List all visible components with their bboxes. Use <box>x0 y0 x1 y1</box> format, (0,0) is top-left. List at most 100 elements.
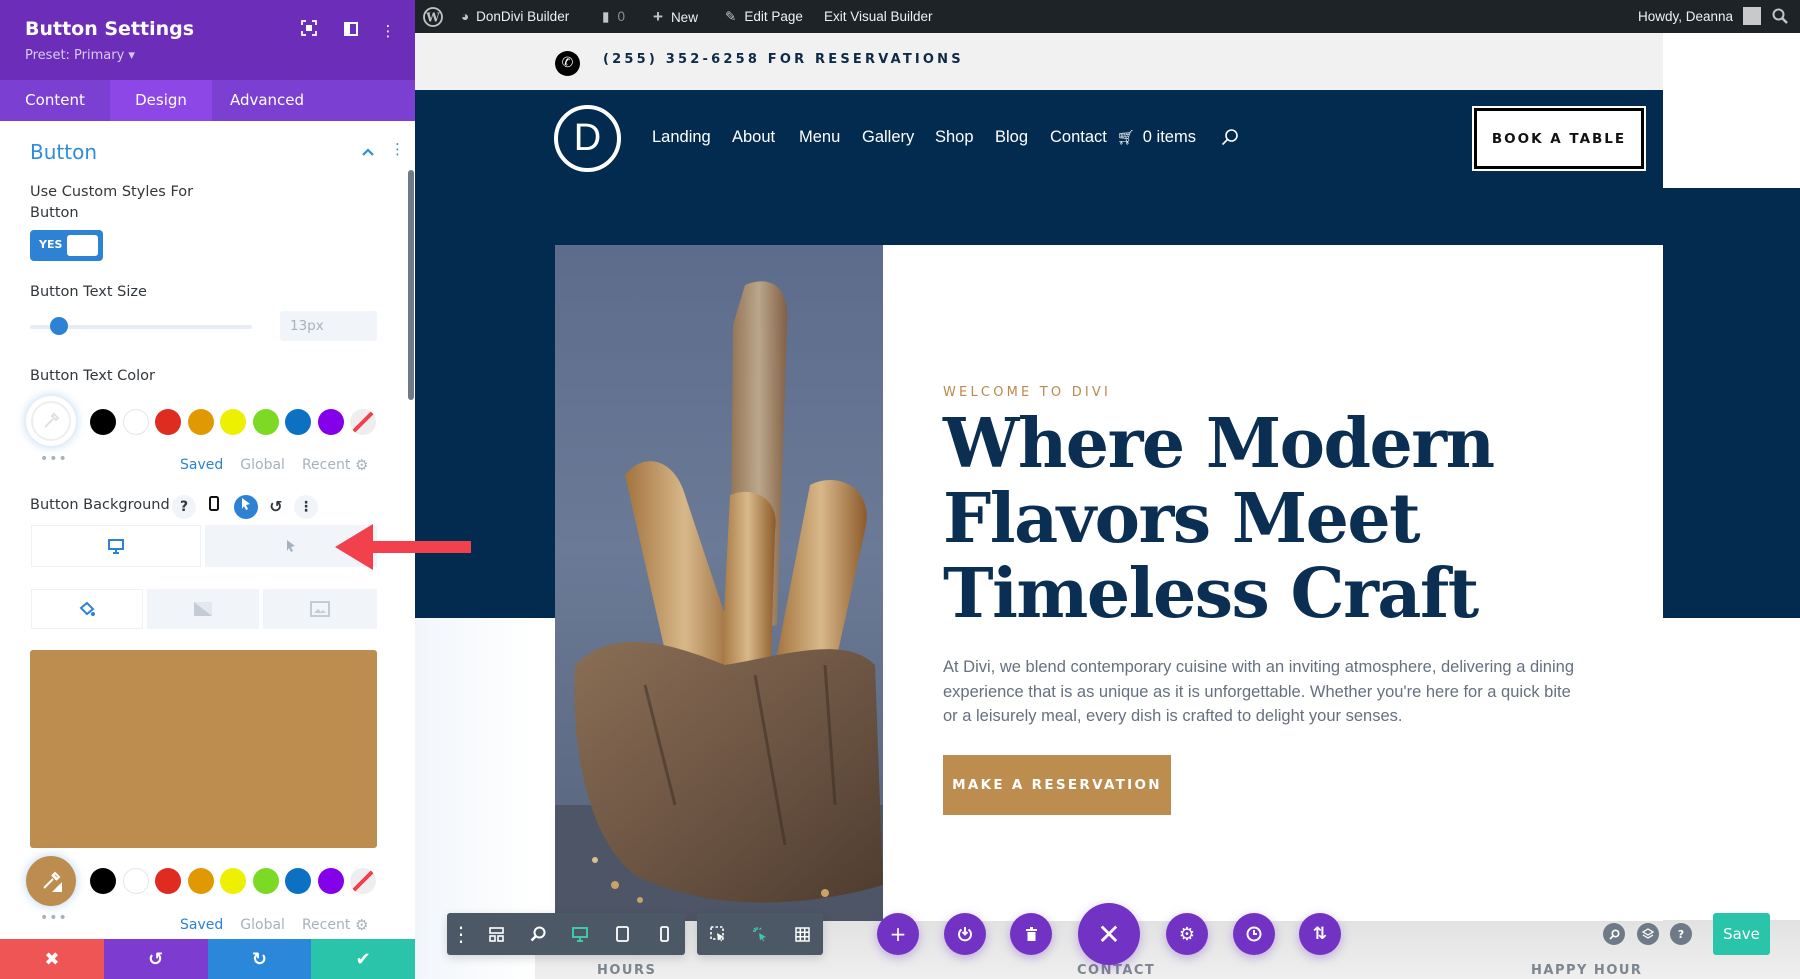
redo-button[interactable]: ↻ <box>207 939 312 979</box>
section-title[interactable]: Button <box>30 140 97 164</box>
help-icon[interactable]: ? <box>1670 923 1692 945</box>
site-name-link[interactable]: ◕ DonDivi Builder <box>461 0 569 33</box>
color-swatch[interactable] <box>317 409 344 435</box>
panel-scrollbar[interactable] <box>408 170 414 400</box>
zoom-icon[interactable] <box>517 913 559 955</box>
color-swatch[interactable] <box>155 868 181 894</box>
layers-icon[interactable] <box>1637 923 1659 945</box>
site-logo[interactable]: D <box>554 105 621 172</box>
grid-mode-icon[interactable] <box>781 913 823 955</box>
nav-link-about[interactable]: About <box>732 128 775 147</box>
palette-tab-recent[interactable]: Recent <box>302 917 350 933</box>
close-builder-button[interactable]: ✕ <box>1078 903 1140 965</box>
find-replace-icon[interactable] <box>1603 923 1625 945</box>
tab-content[interactable]: Content <box>0 80 110 121</box>
nav-search-icon[interactable] <box>1221 128 1239 151</box>
tablet-view-icon[interactable] <box>601 913 643 955</box>
palette-tab-global[interactable]: Global <box>240 917 285 933</box>
no-color-swatch[interactable] <box>350 409 376 435</box>
color-swatch[interactable] <box>187 409 214 435</box>
tab-advanced[interactable]: Advanced <box>212 80 322 121</box>
portability-button[interactable]: ⇅ <box>1299 913 1341 955</box>
color-swatch[interactable] <box>90 868 116 894</box>
undo-button[interactable]: ↺ <box>103 939 208 979</box>
color-swatch[interactable] <box>155 409 181 435</box>
background-options-icon[interactable]: ⋮ <box>294 495 318 519</box>
text-size-slider-handle[interactable] <box>49 317 68 335</box>
palette-tab-saved[interactable]: Saved <box>180 917 223 933</box>
comments-link[interactable]: ▮ 0 <box>602 0 625 33</box>
toolbar-menu-icon[interactable]: ⋮ <box>447 913 475 955</box>
color-swatch[interactable] <box>122 409 149 435</box>
nav-link-blog[interactable]: Blog <box>995 128 1028 147</box>
tab-design[interactable]: Design <box>110 80 212 121</box>
page-settings-button[interactable]: ⚙ <box>1166 913 1208 955</box>
palette-settings-gear-icon[interactable]: ⚙ <box>355 916 368 934</box>
nav-link-contact[interactable]: Contact <box>1050 128 1107 147</box>
color-swatch[interactable] <box>122 868 149 894</box>
select-mode-icon[interactable] <box>697 913 739 955</box>
responsive-phone-icon[interactable] <box>202 495 226 519</box>
desktop-state-tab[interactable] <box>31 525 201 567</box>
color-type-tab[interactable] <box>31 589 143 629</box>
phone-number[interactable]: (255) 352-6258 FOR RESERVATIONS <box>603 52 964 67</box>
split-view-icon[interactable] <box>340 20 362 42</box>
save-button[interactable]: Save <box>1713 913 1770 955</box>
phone-view-icon[interactable] <box>643 913 685 955</box>
wordpress-logo-icon[interactable]: W <box>423 0 443 33</box>
user-menu[interactable]: Howdy, Deanna <box>1638 0 1761 33</box>
add-module-button[interactable]: + <box>877 913 919 955</box>
hover-state-icon[interactable] <box>234 495 258 519</box>
history-button[interactable] <box>1233 913 1275 955</box>
click-mode-icon[interactable] <box>739 913 781 955</box>
color-swatch[interactable] <box>252 868 279 894</box>
preset-dropdown[interactable]: Preset: Primary ▾ <box>25 48 135 63</box>
no-color-swatch[interactable] <box>350 868 376 894</box>
nav-link-gallery[interactable]: Gallery <box>862 128 914 147</box>
exit-visual-builder-link[interactable]: Exit Visual Builder <box>824 0 933 33</box>
text-size-input[interactable] <box>280 311 377 341</box>
background-color-preview[interactable] <box>30 650 377 848</box>
color-swatch[interactable] <box>220 409 246 435</box>
color-swatch[interactable] <box>252 409 279 435</box>
palette-tab-global[interactable]: Global <box>240 457 285 473</box>
new-content-link[interactable]: + New <box>653 0 698 33</box>
text-color-picker[interactable] <box>26 396 76 446</box>
section-options-icon[interactable]: ⋮ <box>390 140 405 158</box>
color-swatch[interactable] <box>220 868 246 894</box>
edit-page-link[interactable]: ✎ Edit Page <box>725 0 803 33</box>
more-options-icon[interactable]: ⋮ <box>377 20 399 42</box>
palette-settings-gear-icon[interactable]: ⚙ <box>355 456 368 474</box>
book-a-table-button[interactable]: BOOK A TABLE <box>1472 106 1646 171</box>
color-swatch[interactable] <box>187 868 214 894</box>
delete-button[interactable] <box>1010 913 1052 955</box>
nav-link-shop[interactable]: Shop <box>935 128 974 147</box>
palette-tab-saved[interactable]: Saved <box>180 457 223 473</box>
desktop-view-icon[interactable] <box>559 913 601 955</box>
cancel-button[interactable]: ✖ <box>0 939 104 979</box>
wireframe-icon[interactable] <box>475 913 517 955</box>
more-colors-button[interactable]: ••• <box>40 451 68 467</box>
color-swatch[interactable] <box>317 868 344 894</box>
image-type-tab[interactable] <box>263 589 377 629</box>
nav-link-menu[interactable]: Menu <box>799 128 840 147</box>
cart-link[interactable]: 🛒︎ 0 items <box>1117 128 1196 147</box>
gradient-type-tab[interactable] <box>147 589 259 629</box>
nav-link-landing[interactable]: Landing <box>652 128 711 147</box>
make-reservation-button[interactable]: MAKE A RESERVATION <box>943 755 1171 815</box>
help-icon[interactable]: ? <box>172 495 196 519</box>
confirm-button[interactable]: ✔ <box>311 939 415 979</box>
search-icon[interactable] <box>1772 0 1788 33</box>
background-color-picker[interactable] <box>26 856 76 906</box>
custom-styles-toggle[interactable]: YES <box>30 230 103 261</box>
more-colors-button[interactable]: ••• <box>40 910 68 926</box>
focus-mode-icon[interactable] <box>298 20 320 42</box>
palette-tab-recent[interactable]: Recent <box>302 457 350 473</box>
color-swatch[interactable] <box>285 868 311 894</box>
power-button[interactable] <box>944 913 986 955</box>
reset-icon[interactable]: ↺ <box>264 495 288 519</box>
collapse-chevron-icon[interactable] <box>361 143 375 161</box>
background-palette-tabs: Saved Global Recent <box>180 917 350 933</box>
color-swatch[interactable] <box>285 409 311 435</box>
color-swatch[interactable] <box>90 409 116 435</box>
